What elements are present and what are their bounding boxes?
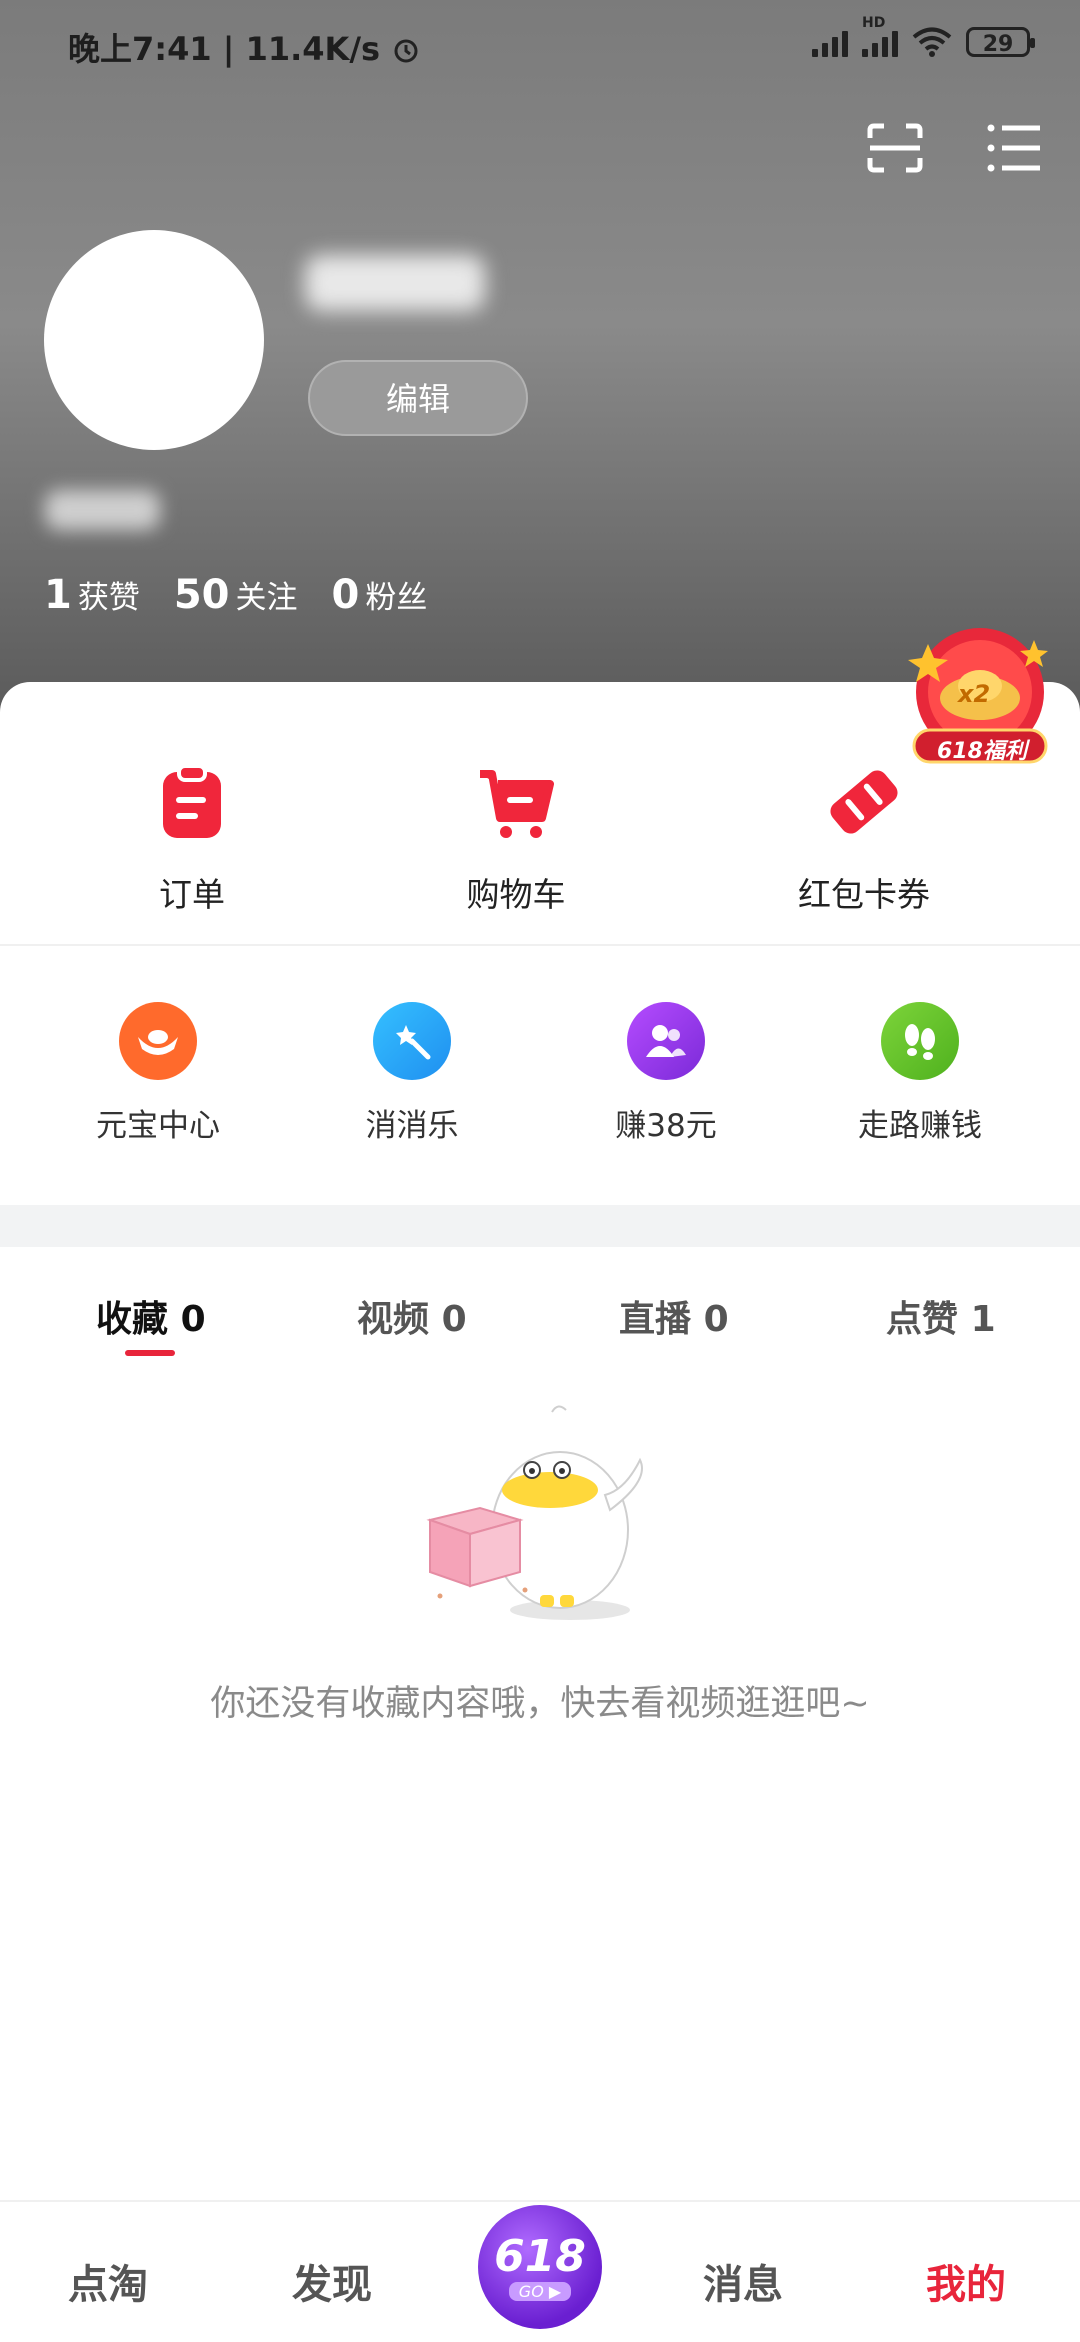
tab-favorites[interactable]: 收藏 0: [96, 1290, 206, 1342]
ingot-icon: [119, 1002, 197, 1080]
tab-likes[interactable]: 点赞 1: [886, 1290, 996, 1342]
stat-likes[interactable]: 1 获赞: [44, 572, 140, 618]
618-welfare-badge[interactable]: x2 618福利: [898, 614, 1058, 774]
nav-messages[interactable]: 消息: [703, 2252, 783, 2310]
shortcut-coupons-label: 红包卡券: [798, 875, 930, 914]
nav-618-go: GO ▶: [508, 2281, 572, 2301]
empty-duck-illustration: [426, 1405, 643, 1620]
section-separator: [0, 1205, 1080, 1247]
status-icons: HD 29: [812, 15, 1035, 58]
shortcut-orders-label: 订单: [159, 875, 225, 914]
divider: [0, 944, 1080, 946]
shortcut-earn-38-label: 赚38元: [615, 1108, 717, 1144]
nav-diantao[interactable]: 点淘: [68, 2252, 148, 2310]
shortcut-ingot-center[interactable]: 元宝中心: [33, 1002, 283, 1145]
badge-label: 618福利: [937, 739, 1027, 764]
footprints-icon: [881, 1002, 959, 1080]
shortcut-coupons[interactable]: 红包卡券: [734, 762, 994, 916]
coupon-icon: [830, 770, 898, 834]
nav-mine[interactable]: 我的: [926, 2252, 1006, 2310]
user-id-blurred: [45, 490, 160, 530]
tab-live[interactable]: 直播 0: [619, 1290, 729, 1342]
shortcut-ingot-label: 元宝中心: [96, 1108, 220, 1144]
users-icon: [627, 1002, 705, 1080]
username-blurred: [305, 255, 485, 311]
shortcut-earn-38[interactable]: 赚38元: [541, 1002, 791, 1145]
menu-list-icon[interactable]: [986, 122, 1044, 174]
status-time-speed: 晚上7:41 | 11.4K/s: [68, 24, 421, 70]
tab-videos[interactable]: 视频 0: [357, 1290, 467, 1342]
profile-header: 晚上7:41 | 11.4K/s HD 29 编辑 1 获赞 50 关注 0 粉…: [0, 0, 1080, 720]
active-tab-indicator: [125, 1350, 175, 1356]
shortcut-walk-earn-label: 走路赚钱: [858, 1108, 982, 1144]
stat-followers[interactable]: 0 粉丝: [332, 572, 428, 618]
profile-stats: 1 获赞 50 关注 0 粉丝: [44, 572, 427, 618]
shortcut-match-game-label: 消消乐: [365, 1108, 459, 1144]
order-icon: [163, 764, 221, 838]
status-bar: 晚上7:41 | 11.4K/s HD 29: [0, 0, 1080, 90]
magic-wand-icon: [373, 1002, 451, 1080]
shortcut-match-game[interactable]: 消消乐: [287, 1002, 537, 1145]
signal-hd-icon: HD: [862, 15, 898, 57]
signal-icon: [812, 27, 848, 57]
wifi-icon: [912, 27, 952, 57]
cart-icon: [480, 770, 554, 838]
content-tabs: 收藏 0 视频 0 直播 0 点赞 1: [0, 1290, 1080, 1370]
shortcut-cart-label: 购物车: [466, 875, 566, 914]
nav-618-button[interactable]: 618 GO ▶: [478, 2205, 602, 2329]
alarm-icon: [394, 39, 418, 63]
avatar[interactable]: [44, 230, 264, 450]
empty-state-message: 你还没有收藏内容哦，快去看视频逛逛吧~: [210, 1684, 870, 1724]
edit-profile-button[interactable]: 编辑: [308, 360, 528, 436]
nav-618-label: 618: [494, 2230, 586, 2282]
nav-discover[interactable]: 发现: [292, 2252, 372, 2310]
shortcut-walk-earn[interactable]: 走路赚钱: [795, 1002, 1045, 1145]
battery-icon: 29: [966, 27, 1035, 57]
shortcut-orders[interactable]: 订单: [62, 762, 322, 916]
badge-multiplier: x2: [958, 680, 991, 708]
scan-icon[interactable]: [866, 122, 924, 174]
stat-following[interactable]: 50 关注: [174, 572, 298, 618]
shortcut-cart[interactable]: 购物车: [386, 762, 646, 916]
